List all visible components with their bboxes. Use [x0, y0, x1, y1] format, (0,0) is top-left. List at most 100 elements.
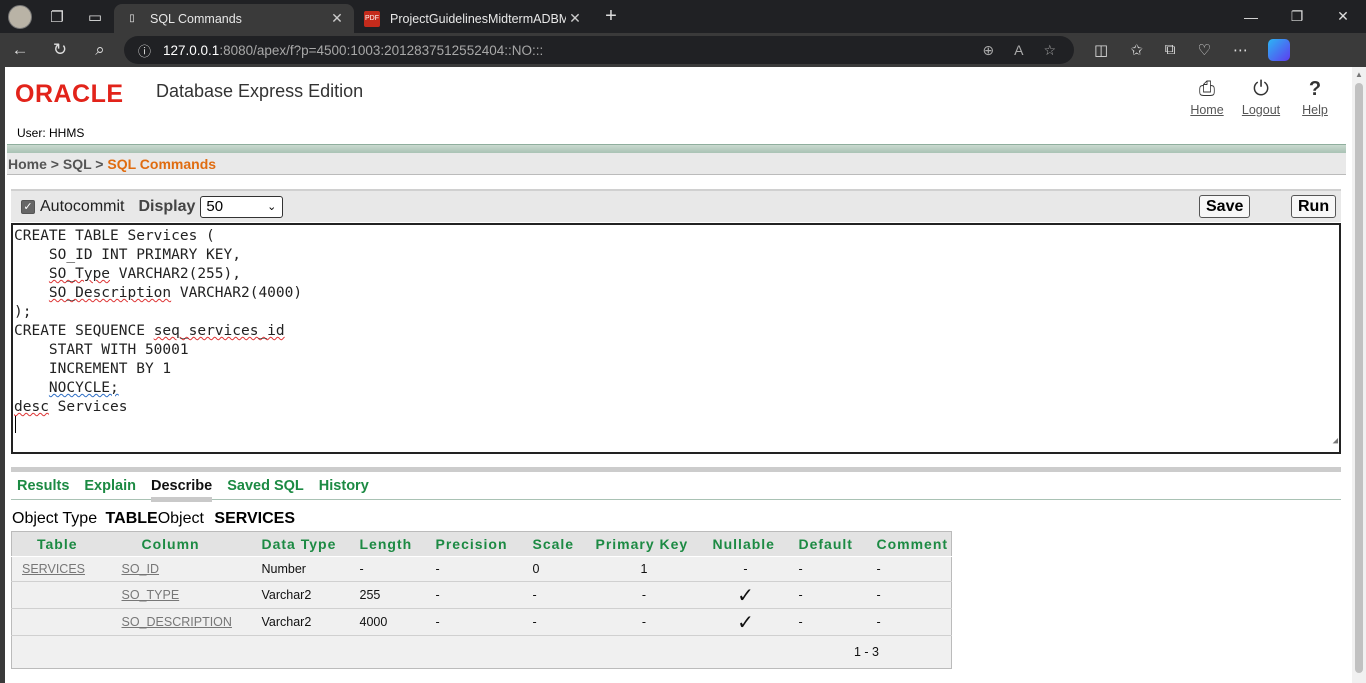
- cell: Number: [251, 556, 350, 582]
- cell: 255: [349, 581, 426, 609]
- profile-avatar[interactable]: [8, 4, 32, 29]
- apex-header: ORACLE Database Express Edition User: HH…: [5, 67, 1352, 141]
- column-link[interactable]: SO_DESCRIPTION: [111, 608, 252, 636]
- spelling-flag: SO_Description: [48, 285, 172, 301]
- help-link-label[interactable]: Help: [1302, 103, 1328, 117]
- new-tab-icon[interactable]: +: [596, 5, 626, 28]
- copilot-icon[interactable]: [1267, 39, 1290, 61]
- cell: -: [349, 556, 426, 582]
- more-menu-icon[interactable]: ⋯: [1233, 41, 1248, 59]
- question-icon: ?: [1308, 77, 1322, 100]
- cell: -: [866, 556, 952, 582]
- tab-history[interactable]: History: [319, 478, 369, 494]
- resize-handle-icon[interactable]: ◢: [1333, 432, 1338, 451]
- home-icon: ⎙: [1199, 77, 1215, 100]
- favorite-star-icon[interactable]: ☆: [1043, 42, 1056, 59]
- tab-results[interactable]: Results: [17, 478, 69, 494]
- sql-toolbar: ✓ Autocommit Display 50 ⌄ Save Run: [11, 189, 1341, 222]
- tab-title: SQL Commands: [150, 11, 242, 26]
- object-label: Object: [157, 510, 204, 527]
- product-name: Database Express Edition: [156, 81, 364, 101]
- col-header: Comment: [866, 531, 952, 557]
- breadcrumb-sql[interactable]: SQL: [63, 156, 92, 172]
- tab-actions-icon[interactable]: ▭: [76, 0, 114, 33]
- browser-tab-bar: ❐ ▭ ▯ SQL Commands ✕ PDF ProjectGuidelin…: [0, 0, 1366, 33]
- cell: 4000: [349, 608, 426, 636]
- sql-editor[interactable]: CREATE TABLE Services ( SO_ID INT PRIMAR…: [11, 223, 1341, 454]
- col-header: Length: [349, 531, 426, 557]
- zoom-icon[interactable]: ⊕: [982, 42, 994, 59]
- cell: -: [585, 581, 703, 609]
- cell: -: [425, 581, 523, 609]
- code-text: CREATE SEQUENCE: [14, 323, 154, 339]
- logout-link-label[interactable]: Logout: [1242, 103, 1280, 117]
- close-tab-icon[interactable]: ✕: [566, 10, 584, 27]
- column-link[interactable]: SO_ID: [111, 556, 252, 582]
- spelling-flag: seq_services_id: [153, 323, 285, 339]
- object-value: SERVICES: [214, 510, 296, 527]
- object-type-label: Object Type: [12, 510, 98, 527]
- display-label: Display: [138, 197, 196, 215]
- breadcrumb: Home > SQL > SQL Commands: [7, 153, 1346, 175]
- table-link[interactable]: SERVICES: [11, 556, 112, 582]
- display-value: 50: [206, 198, 224, 215]
- read-aloud-icon[interactable]: A: [1014, 42, 1023, 59]
- close-window-icon[interactable]: ✕: [1320, 0, 1366, 33]
- cell: -: [425, 556, 523, 582]
- url-path: :8080/apex/f?p=4500:1003:201283751255240…: [219, 42, 544, 58]
- cell: 1: [585, 556, 703, 582]
- scroll-up-icon[interactable]: ▲: [1355, 70, 1363, 79]
- header-divider: [7, 144, 1346, 153]
- user-label: User: HHMS: [17, 126, 85, 140]
- cell: -: [425, 608, 523, 636]
- close-tab-icon[interactable]: ✕: [328, 10, 346, 27]
- home-link-label[interactable]: Home: [1190, 103, 1223, 117]
- tab-explain[interactable]: Explain: [84, 478, 136, 494]
- cell: -: [866, 608, 952, 636]
- vertical-scrollbar[interactable]: ▲: [1352, 67, 1366, 683]
- cell: [11, 608, 112, 636]
- oracle-logo: ORACLE: [15, 80, 124, 108]
- display-select[interactable]: 50 ⌄: [200, 195, 284, 218]
- save-button[interactable]: Save: [1199, 195, 1251, 218]
- restore-icon[interactable]: ❐: [1274, 0, 1320, 33]
- tab-saved-sql[interactable]: Saved SQL: [227, 478, 304, 494]
- back-icon[interactable]: ←: [0, 40, 40, 60]
- cell: Varchar2: [251, 581, 350, 609]
- performance-icon[interactable]: ♡: [1197, 41, 1210, 59]
- column-link[interactable]: SO_TYPE: [111, 581, 252, 609]
- minimize-icon[interactable]: —: [1228, 0, 1274, 33]
- split-screen-icon[interactable]: ◫: [1094, 41, 1108, 59]
- chevron-down-icon: ⌄: [267, 201, 277, 213]
- tab-describe[interactable]: Describe: [150, 478, 213, 502]
- collections-icon[interactable]: ⧉: [1165, 41, 1176, 59]
- address-toolbar: ← ↻ ⌕ ⓘ 127.0.0.1:8080/apex/f?p=4500:100…: [0, 33, 1366, 67]
- home-link[interactable]: ⎙ Home: [1188, 75, 1226, 118]
- checkmark-icon: ✓: [702, 608, 789, 636]
- browser-tab-project-guidelines[interactable]: PDF ProjectGuidelinesMidtermADBMS ✕: [354, 4, 592, 33]
- code-line: SO_ID INT PRIMARY KEY,: [14, 247, 241, 263]
- run-button[interactable]: Run: [1291, 195, 1337, 218]
- site-info-icon[interactable]: ⓘ: [138, 41, 151, 60]
- cell: -: [788, 608, 867, 636]
- browser-tab-sql-commands[interactable]: ▯ SQL Commands ✕: [114, 4, 354, 33]
- refresh-icon[interactable]: ↻: [40, 40, 80, 60]
- url-host: 127.0.0.1: [163, 42, 220, 58]
- logout-link[interactable]: ⏻ Logout: [1242, 75, 1280, 118]
- favorites-icon[interactable]: ✩: [1130, 41, 1143, 59]
- col-header: Nullable: [702, 531, 789, 557]
- url-bar[interactable]: ⓘ 127.0.0.1:8080/apex/f?p=4500:1003:2012…: [124, 36, 1074, 64]
- result-tabs: Results Explain Describe Saved SQL Histo…: [11, 472, 1341, 502]
- workspaces-icon[interactable]: ❐: [38, 0, 76, 33]
- autocommit-checkbox[interactable]: ✓: [21, 199, 35, 214]
- autocommit-label: Autocommit: [40, 197, 125, 215]
- table-header-row: Table Column Data Type Length Precision …: [11, 531, 952, 557]
- scrollbar-thumb[interactable]: [1355, 83, 1363, 673]
- table-row: SO_TYPE Varchar2 255 - - - ✓ - -: [11, 581, 952, 609]
- search-icon[interactable]: ⌕: [80, 40, 120, 60]
- cell: -: [788, 581, 867, 609]
- help-link[interactable]: ? Help: [1296, 75, 1334, 118]
- page-content: ORACLE Database Express Edition User: HH…: [0, 67, 1352, 683]
- breadcrumb-home[interactable]: Home: [8, 156, 47, 172]
